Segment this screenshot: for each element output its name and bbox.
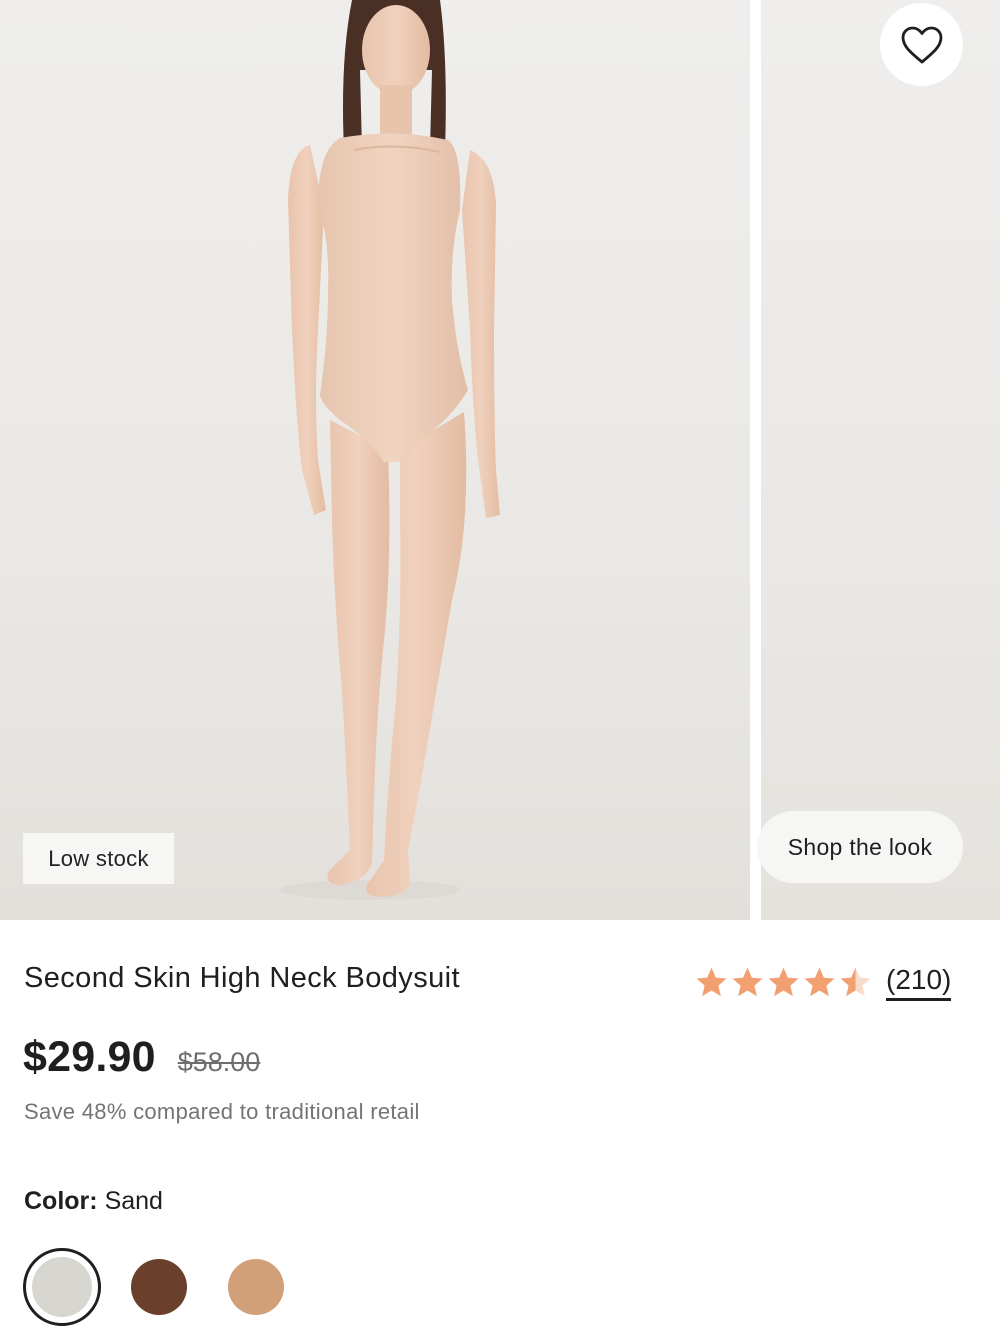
color-swatch-tan[interactable]: [228, 1259, 284, 1315]
swatch-fill: [32, 1257, 92, 1317]
star-icon: [840, 967, 871, 997]
color-swatch-sand[interactable]: [23, 1248, 101, 1326]
favorite-button[interactable]: [880, 3, 963, 86]
low-stock-badge: Low stock: [23, 833, 174, 884]
review-count-link[interactable]: (210): [886, 964, 952, 1001]
star-icon: [732, 967, 763, 997]
savings-note: Save 48% compared to traditional retail: [24, 1099, 420, 1124]
product-photo-main[interactable]: [0, 0, 750, 920]
product-image-gallery[interactable]: Low stock Shop the look: [0, 0, 1000, 920]
color-label-value: Sand: [104, 1187, 163, 1215]
color-label-key: Color:: [24, 1187, 98, 1215]
rating-stars: [695, 966, 872, 998]
shop-the-look-button[interactable]: Shop the look: [757, 811, 963, 883]
color-swatch-brown[interactable]: [131, 1259, 187, 1315]
star-icon: [768, 967, 799, 997]
model-photo: [280, 0, 500, 900]
product-title: Second Skin High Neck Bodysuit: [24, 962, 460, 994]
product-photo-next[interactable]: [761, 0, 1000, 920]
product-rating[interactable]: (210): [695, 960, 952, 1004]
price-row: $29.90 $58.00: [23, 1033, 260, 1082]
star-icon: [696, 967, 727, 997]
compare-at-price: $58.00: [177, 1047, 261, 1077]
color-selection-label: Color: Sand: [24, 1187, 163, 1216]
sale-price: $29.90: [23, 1033, 156, 1081]
star-icon: [804, 967, 835, 997]
heart-icon: [901, 26, 942, 63]
